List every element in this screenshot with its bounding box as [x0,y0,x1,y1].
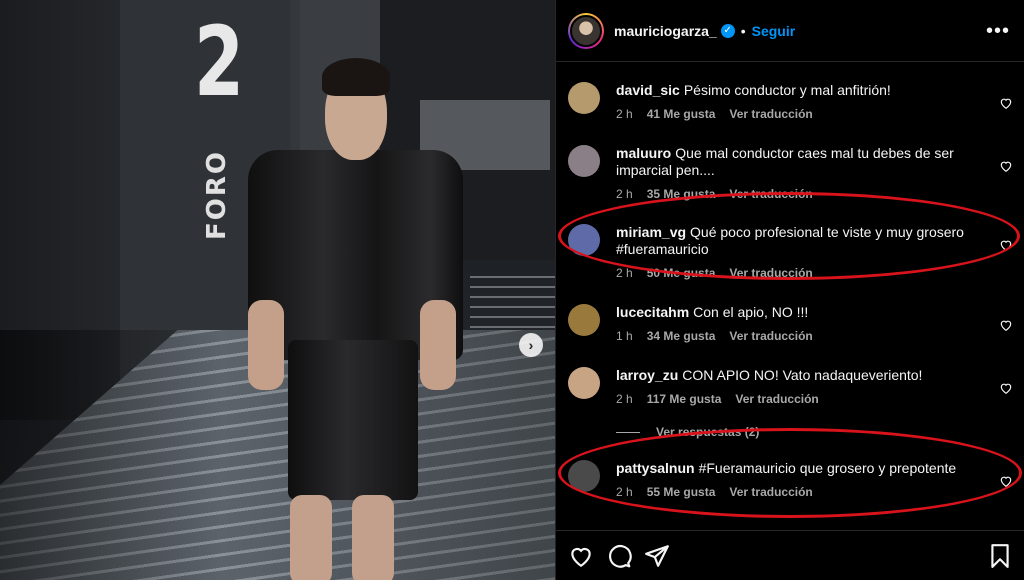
heart-icon[interactable] [999,474,1013,488]
comment-time: 2 h [616,107,633,121]
comment-time: 2 h [616,187,633,201]
commenter-username[interactable]: pattysalnun [616,460,695,476]
translate-link[interactable]: Ver traducción [729,266,812,280]
translate-link[interactable]: Ver traducción [729,187,812,201]
post-photo[interactable]: 2 FORO › [0,0,555,580]
send-icon[interactable] [644,543,670,569]
comment-item: lucecitahm Con el apio, NO !!! 1 h 34 Me g… [568,304,1013,343]
comment-time: 2 h [616,485,633,499]
translate-link[interactable]: Ver traducción [729,329,812,343]
more-options-icon[interactable]: ••• [986,21,1010,41]
wall-number: 2 [194,6,245,118]
figure-arm-right [420,300,456,390]
heart-icon[interactable] [999,159,1013,173]
commenter-avatar[interactable] [568,145,600,177]
next-photo-button[interactable]: › [519,333,543,357]
comments-panel: mauriciogarza_ ✓ • Seguir ••• david_sic P… [555,0,1024,580]
comment-text: #Fueramauricio que grosero y prepotente [698,460,957,476]
comment-likes[interactable]: 35 Me gusta [647,187,716,201]
commenter-avatar[interactable] [568,367,600,399]
comment-item: larroy_zu CON APIO NO! Vato nadaqueverien… [568,367,1013,406]
comment-item: pattysalnun #Fueramauricio que grosero y … [568,460,1013,499]
comment-likes[interactable]: 34 Me gusta [647,329,716,343]
figure-leg-left [290,495,332,580]
view-replies-label: Ver respuestas (2) [656,425,760,439]
commenter-avatar[interactable] [568,82,600,114]
comment-text: Con el apio, NO !!! [693,304,809,320]
figure-hair [322,58,390,96]
chevron-right-icon: › [528,337,534,353]
commenter-username[interactable]: david_sic [616,82,680,98]
figure-arm-left [248,300,284,390]
comment-time: 1 h [616,329,633,343]
author-username[interactable]: mauriciogarza_ [614,23,717,39]
comment-icon[interactable] [606,543,632,569]
photo-railing [470,268,555,338]
commenter-username[interactable]: larroy_zu [616,367,678,383]
commenter-username[interactable]: maluuro [616,145,671,161]
comment-likes[interactable]: 41 Me gusta [647,107,716,121]
heart-icon[interactable] [999,96,1013,110]
view-replies-button[interactable]: Ver respuestas (2) [616,425,759,439]
replies-divider [616,431,640,433]
figure-leg-right [352,495,394,580]
commenter-avatar[interactable] [568,224,600,256]
post-header: mauriciogarza_ ✓ • Seguir ••• [556,0,1024,62]
author-avatar[interactable] [568,12,604,49]
bookmark-icon[interactable] [987,543,1013,569]
verified-badge-icon: ✓ [720,23,735,38]
heart-icon[interactable] [999,318,1013,332]
comment-likes[interactable]: 50 Me gusta [647,266,716,280]
heart-icon[interactable] [999,238,1013,252]
heart-icon[interactable] [999,381,1013,395]
comment-time: 2 h [616,266,633,280]
commenter-username[interactable]: miriam_vg [616,224,686,240]
heart-icon[interactable] [568,543,594,569]
commenter-avatar[interactable] [568,304,600,336]
figure-shorts [288,340,418,500]
comment-likes[interactable]: 117 Me gusta [647,392,722,406]
translate-link[interactable]: Ver traducción [735,392,818,406]
comment-item: david_sic Pésimo conductor y mal anfitrió… [568,82,1013,121]
comment-time: 2 h [616,392,633,406]
commenter-avatar[interactable] [568,460,600,492]
header-separator: • [740,22,746,39]
translate-link[interactable]: Ver traducción [729,485,812,499]
wall-text: FORO [202,150,232,240]
post-actions-bar [556,530,1024,580]
translate-link[interactable]: Ver traducción [729,107,812,121]
comment-item: miriam_vg Qué poco profesional te viste y… [568,224,1013,280]
comment-list: david_sic Pésimo conductor y mal anfitrió… [556,62,1024,530]
follow-button[interactable]: Seguir [752,23,796,39]
comment-item: maluuro Que mal conductor caes mal tu deb… [568,145,1013,201]
commenter-username[interactable]: lucecitahm [616,304,689,320]
comment-text: CON APIO NO! Vato nadaqueveriento! [682,367,923,383]
comment-likes[interactable]: 55 Me gusta [647,485,716,499]
comment-text: Pésimo conductor y mal anfitrión! [683,82,891,98]
